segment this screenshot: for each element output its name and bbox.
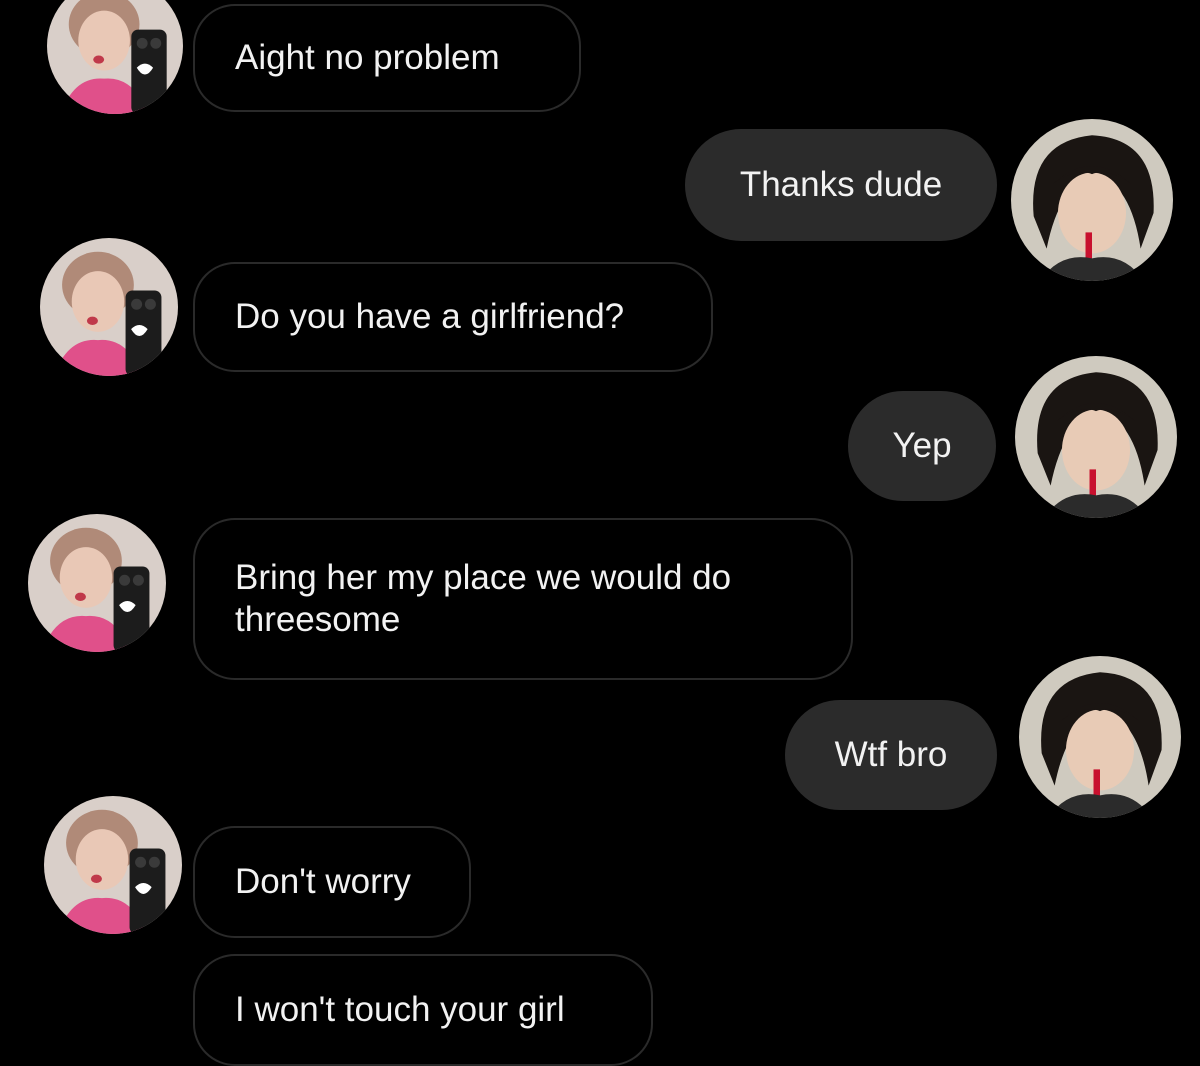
chat-thread: Aight no problem Thanks dude Do you have… — [0, 0, 1200, 1066]
message-bubble-incoming[interactable]: Don't worry — [193, 826, 471, 938]
message-bubble-incoming[interactable]: Bring her my place we would do threesome — [193, 518, 853, 680]
profile-photo-pink-sweater-selfie-icon — [44, 796, 182, 934]
profile-photo-pink-sweater-selfie-icon — [28, 514, 166, 652]
my-avatar[interactable] — [1011, 119, 1173, 281]
profile-photo-pink-sweater-selfie-icon — [47, 0, 183, 114]
message-text: Wtf bro — [834, 735, 948, 774]
contact-avatar[interactable] — [44, 796, 182, 934]
message-text: Bring her my place we would do threesome — [235, 558, 732, 639]
profile-photo-pink-sweater-selfie-icon — [40, 238, 178, 376]
contact-avatar[interactable] — [40, 238, 178, 376]
message-bubble-incoming[interactable]: Do you have a girlfriend? — [193, 262, 713, 372]
message-text: Do you have a girlfriend? — [235, 297, 625, 336]
message-text: I won't touch your girl — [235, 990, 565, 1029]
message-text: Don't worry — [235, 862, 411, 901]
profile-photo-dark-hair-icon — [1011, 119, 1173, 281]
profile-photo-dark-hair-icon — [1019, 656, 1181, 818]
contact-avatar[interactable] — [47, 0, 183, 114]
contact-avatar[interactable] — [28, 514, 166, 652]
profile-photo-dark-hair-icon — [1015, 356, 1177, 518]
message-text: Yep — [892, 426, 952, 465]
my-avatar[interactable] — [1019, 656, 1181, 818]
message-bubble-incoming[interactable]: Aight no problem — [193, 4, 581, 112]
my-avatar[interactable] — [1015, 356, 1177, 518]
message-bubble-outgoing[interactable]: Yep — [848, 391, 996, 501]
message-bubble-outgoing[interactable]: Thanks dude — [685, 129, 997, 241]
message-bubble-incoming[interactable]: I won't touch your girl — [193, 954, 653, 1066]
message-text: Thanks dude — [739, 165, 943, 204]
message-bubble-outgoing[interactable]: Wtf bro — [785, 700, 997, 810]
message-text: Aight no problem — [235, 38, 500, 77]
